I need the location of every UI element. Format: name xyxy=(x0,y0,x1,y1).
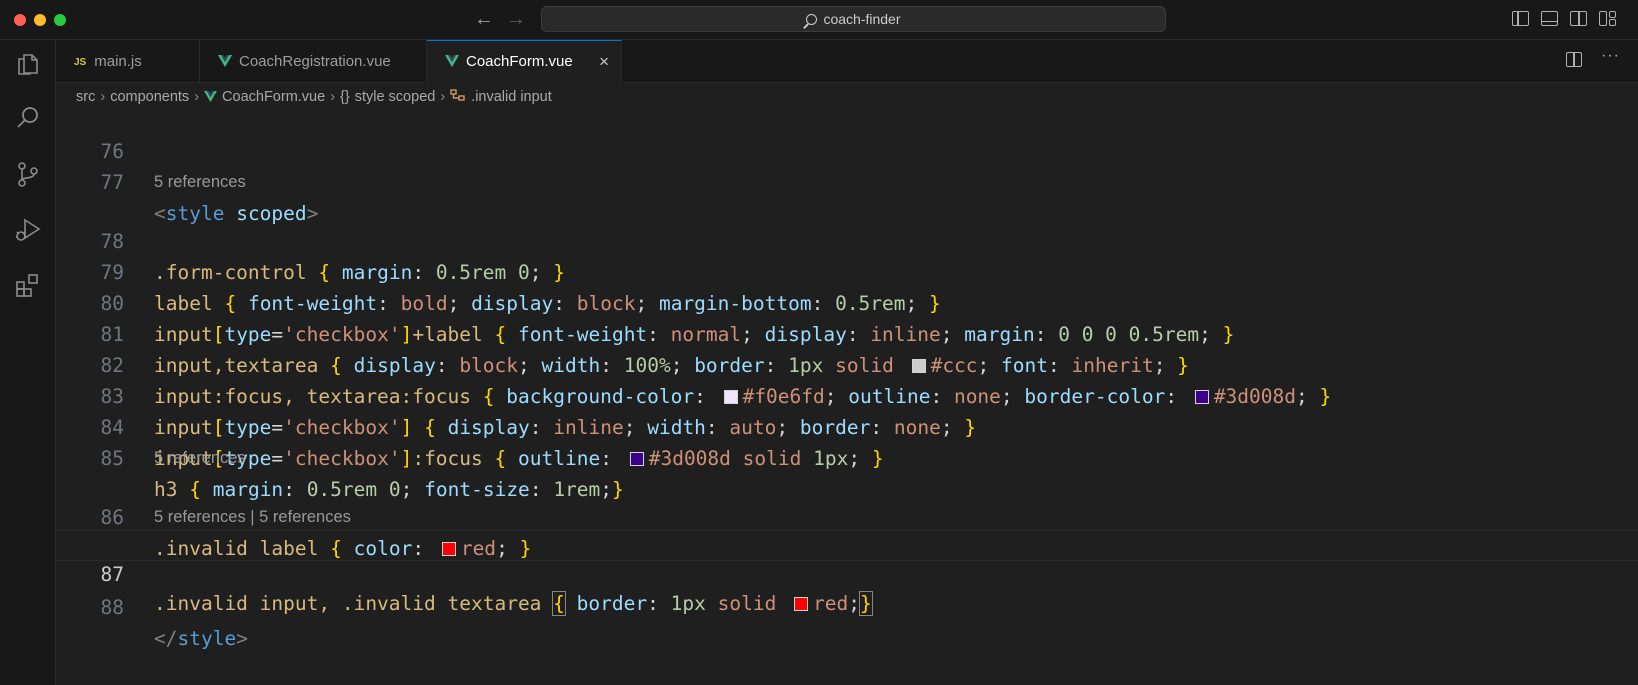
code-line: 78 .form-control { margin: 0.5rem 0; } xyxy=(56,195,1638,284)
code-line: 81 input,textarea { display: block; widt… xyxy=(56,288,1638,377)
code-line: 80 input[type='checkbox']+label { font-w… xyxy=(56,257,1638,346)
tab-coach-form-vue[interactable]: CoachForm.vue × xyxy=(427,40,622,83)
chevron-right-icon: › xyxy=(330,89,336,105)
braces-icon: {} xyxy=(340,89,350,105)
css-selector-icon xyxy=(450,89,465,101)
codelens-references[interactable]: 5 references xyxy=(154,444,246,472)
line-number: 77 xyxy=(100,171,124,194)
vue-file-icon xyxy=(445,55,459,67)
run-debug-icon[interactable] xyxy=(14,216,42,244)
vue-file-icon xyxy=(204,91,217,102)
editor-tabs: JS main.js CoachRegistration.vue CoachFor… xyxy=(56,40,1638,83)
forward-arrow-icon[interactable]: → xyxy=(506,8,526,30)
customize-layout-icon[interactable] xyxy=(1599,11,1616,26)
tab-label: CoachForm.vue xyxy=(466,53,573,70)
code-line: 77 <style scoped> xyxy=(56,136,1638,225)
chevron-right-icon: › xyxy=(440,89,446,105)
matched-bracket: { xyxy=(552,591,566,616)
breadcrumb-components[interactable]: components xyxy=(110,89,189,105)
color-swatch-red[interactable] xyxy=(794,597,809,611)
code-line: 83 input[type='checkbox'] { display: inl… xyxy=(56,350,1638,439)
code-line-current: 87 .invalid input, .invalid textarea { b… xyxy=(56,530,1638,616)
tab-main-js[interactable]: JS main.js xyxy=(56,40,200,83)
search-icon xyxy=(806,14,818,25)
toggle-panel-icon[interactable] xyxy=(1541,11,1558,26)
vue-file-icon xyxy=(218,55,232,67)
minimize-window-button[interactable] xyxy=(34,14,46,26)
tab-label: main.js xyxy=(94,53,142,70)
codelens-references[interactable]: 5 references xyxy=(154,168,246,196)
chevron-right-icon: › xyxy=(194,89,200,105)
code-line: 86 .invalid label { color: red; } xyxy=(56,471,1638,560)
matched-bracket: } xyxy=(859,591,873,616)
code-line: 82 input:focus, textarea:focus { backgro… xyxy=(56,319,1638,408)
code-line: 76 xyxy=(56,105,1638,163)
extensions-icon[interactable] xyxy=(14,272,42,300)
source-control-icon[interactable] xyxy=(14,160,42,188)
code-line: 79 label { font-weight: bold; display: b… xyxy=(56,226,1638,315)
code-line: 84 input[type='checkbox']:focus { outlin… xyxy=(56,381,1638,470)
breadcrumb-file[interactable]: CoachForm.vue xyxy=(222,89,325,105)
javascript-file-icon: JS xyxy=(74,57,87,68)
title-bar: ← → coach-finder xyxy=(0,0,1638,40)
close-tab-icon[interactable]: × xyxy=(599,41,609,82)
line-number: 86 xyxy=(100,506,124,529)
color-swatch-3d008d[interactable] xyxy=(629,452,644,466)
maximize-window-button[interactable] xyxy=(54,14,66,26)
line-number: 85 xyxy=(100,447,124,470)
code-line: 85 h3 { margin: 0.5rem 0; font-size: 1re… xyxy=(56,412,1638,501)
back-arrow-icon[interactable]: ← xyxy=(474,8,494,30)
code-editor[interactable]: 76 77 <style scoped> 5 references 78 .fo… xyxy=(56,111,1638,685)
close-window-button[interactable] xyxy=(14,14,26,26)
line-number: 88 xyxy=(100,596,124,619)
toggle-secondary-sidebar-icon[interactable] xyxy=(1570,11,1587,26)
codelens-references[interactable]: 5 references | 5 references xyxy=(154,503,351,531)
breadcrumb-style-block[interactable]: style scoped xyxy=(355,89,436,105)
breadcrumb-src[interactable]: src xyxy=(76,89,95,105)
command-center-search[interactable]: coach-finder xyxy=(541,6,1166,32)
code-line: 88 </style> xyxy=(56,561,1638,650)
chevron-right-icon: › xyxy=(100,89,106,105)
search-icon[interactable] xyxy=(14,104,42,132)
split-editor-icon[interactable] xyxy=(1566,52,1582,67)
explorer-icon[interactable] xyxy=(14,50,42,78)
breadcrumb-rule[interactable]: .invalid input xyxy=(471,89,552,105)
toggle-primary-sidebar-icon[interactable] xyxy=(1512,11,1529,26)
more-actions-icon[interactable]: ··· xyxy=(1601,47,1620,65)
tab-label: CoachRegistration.vue xyxy=(239,53,391,70)
activity-bar xyxy=(0,40,56,685)
workspace-name: coach-finder xyxy=(823,11,901,27)
tab-coach-registration-vue[interactable]: CoachRegistration.vue xyxy=(200,40,427,83)
